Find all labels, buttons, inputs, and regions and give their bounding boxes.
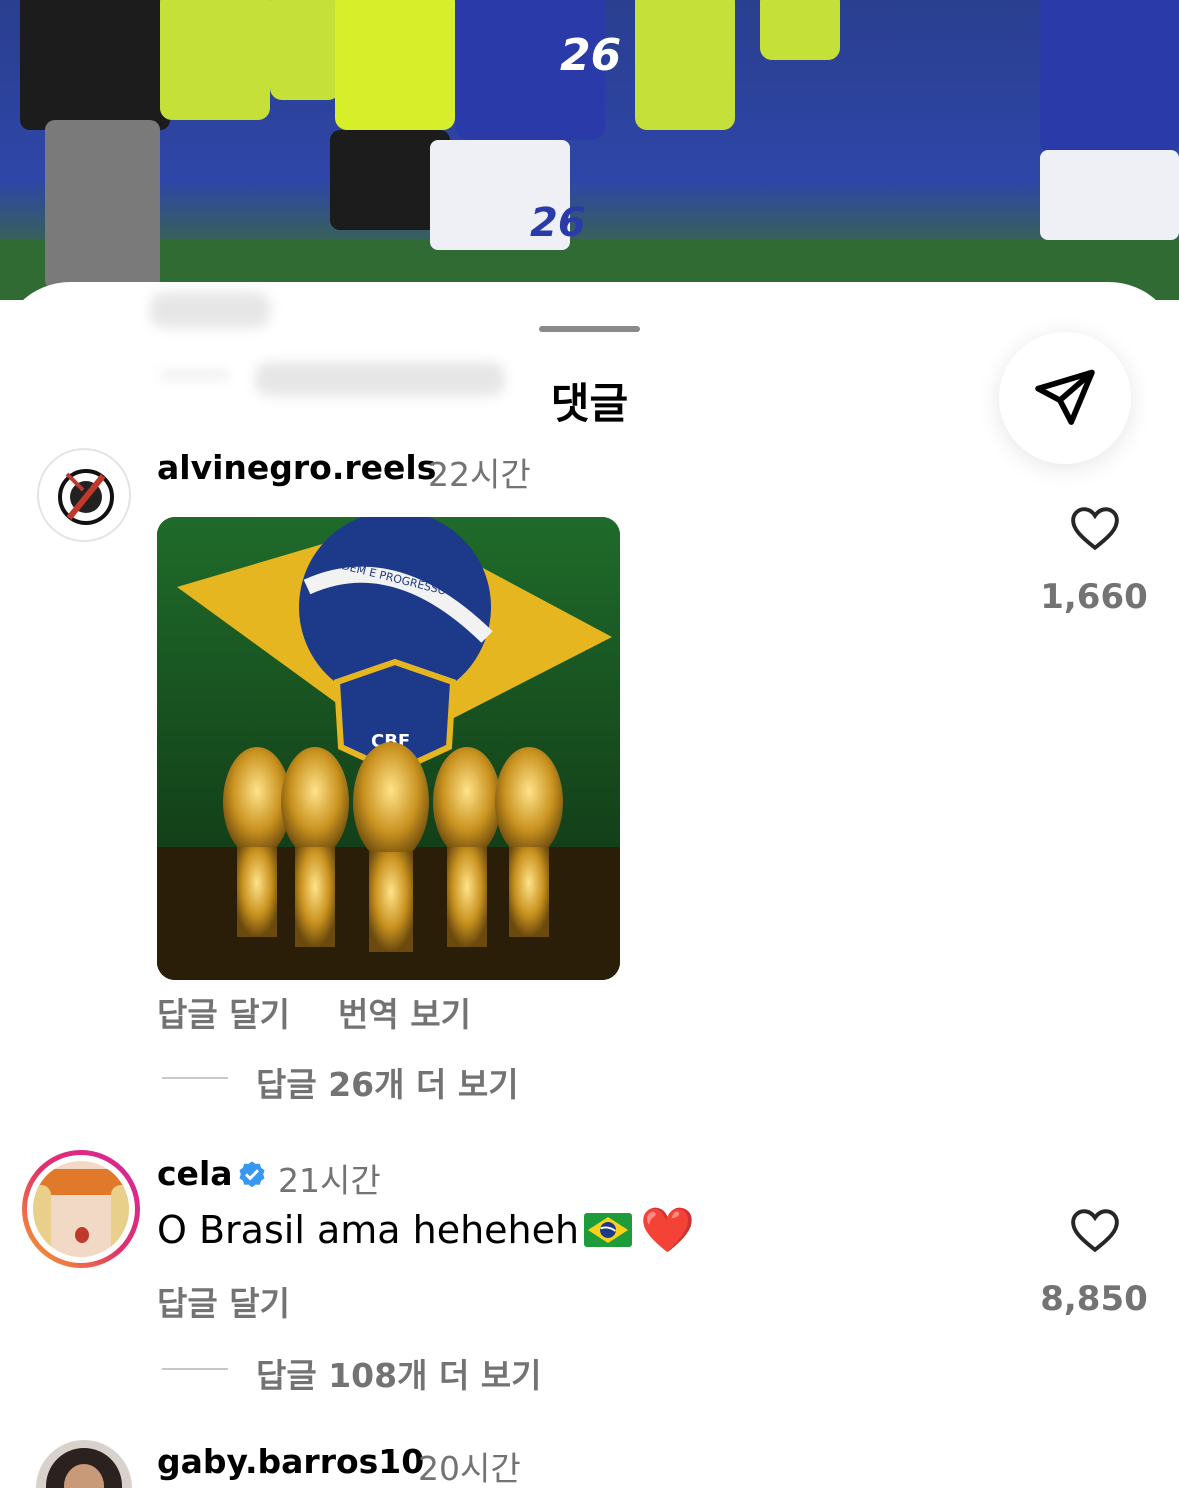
comment-time: 22시간 (428, 455, 531, 494)
replies-divider (162, 1077, 228, 1079)
verified-badge-icon (239, 1161, 265, 1188)
avatar (33, 1161, 129, 1257)
hair (33, 1185, 51, 1257)
background-video-frame: 26 26 (0, 0, 1179, 300)
comment-username[interactable]: alvinegro.reels (157, 448, 436, 487)
heart-icon[interactable] (1070, 1208, 1120, 1254)
comment-username[interactable]: cela (157, 1154, 233, 1193)
translate-button[interactable]: 번역 보기 (338, 988, 471, 1036)
bg-steward (760, 0, 840, 60)
like-count: 8,850 (1040, 1279, 1148, 1319)
brazil-flag-icon (584, 1213, 632, 1247)
reply-button[interactable]: 답글 달기 (157, 988, 290, 1036)
avatar-story-ring[interactable] (22, 1150, 140, 1268)
reply-button[interactable]: 답글 달기 (157, 1277, 290, 1325)
avatar[interactable] (37, 448, 131, 542)
bg-steward (635, 0, 735, 130)
replies-divider (162, 1368, 228, 1370)
comment-username[interactable]: gaby.barros10 (157, 1442, 424, 1481)
heart-emoji: ❤️ (640, 1205, 695, 1256)
share-send-icon (1035, 369, 1095, 425)
view-replies-button[interactable]: 답글 26개 더 보기 (256, 1058, 519, 1106)
bg-referee (335, 0, 455, 130)
trophy-group (223, 742, 563, 952)
bg-player (1040, 150, 1179, 240)
club-crest-icon (58, 469, 114, 525)
like-count: 1,660 (1040, 577, 1148, 617)
brazil-flag-trophies-image: ORDEM E PROGRESSO CBF (157, 517, 620, 980)
bg-player (1040, 0, 1179, 155)
hair (111, 1185, 129, 1257)
comments-sheet: 댓글 alvinegro.reels 22시간 ORDEM E PROGRESS… (0, 282, 1179, 1488)
bg-person (45, 120, 160, 290)
comment-text: O Brasil ama heheheh (157, 1208, 580, 1252)
view-replies-button[interactable]: 답글 108개 더 보기 (256, 1349, 542, 1397)
blurred-content (150, 292, 270, 328)
mouth (75, 1227, 89, 1243)
share-button[interactable] (999, 332, 1131, 464)
avatar[interactable] (36, 1440, 132, 1488)
comment-time: 21시간 (278, 1161, 381, 1200)
bg-steward (160, 0, 270, 120)
comment-time: 20시간 (418, 1449, 521, 1488)
drag-handle[interactable] (539, 326, 640, 332)
jersey-number: 26 (560, 30, 622, 81)
bg-person (20, 0, 170, 130)
heart-icon[interactable] (1070, 506, 1120, 552)
comment-image[interactable]: ORDEM E PROGRESSO CBF (157, 517, 620, 980)
bg-steward (270, 0, 340, 100)
shorts-number: 26 (530, 200, 586, 246)
